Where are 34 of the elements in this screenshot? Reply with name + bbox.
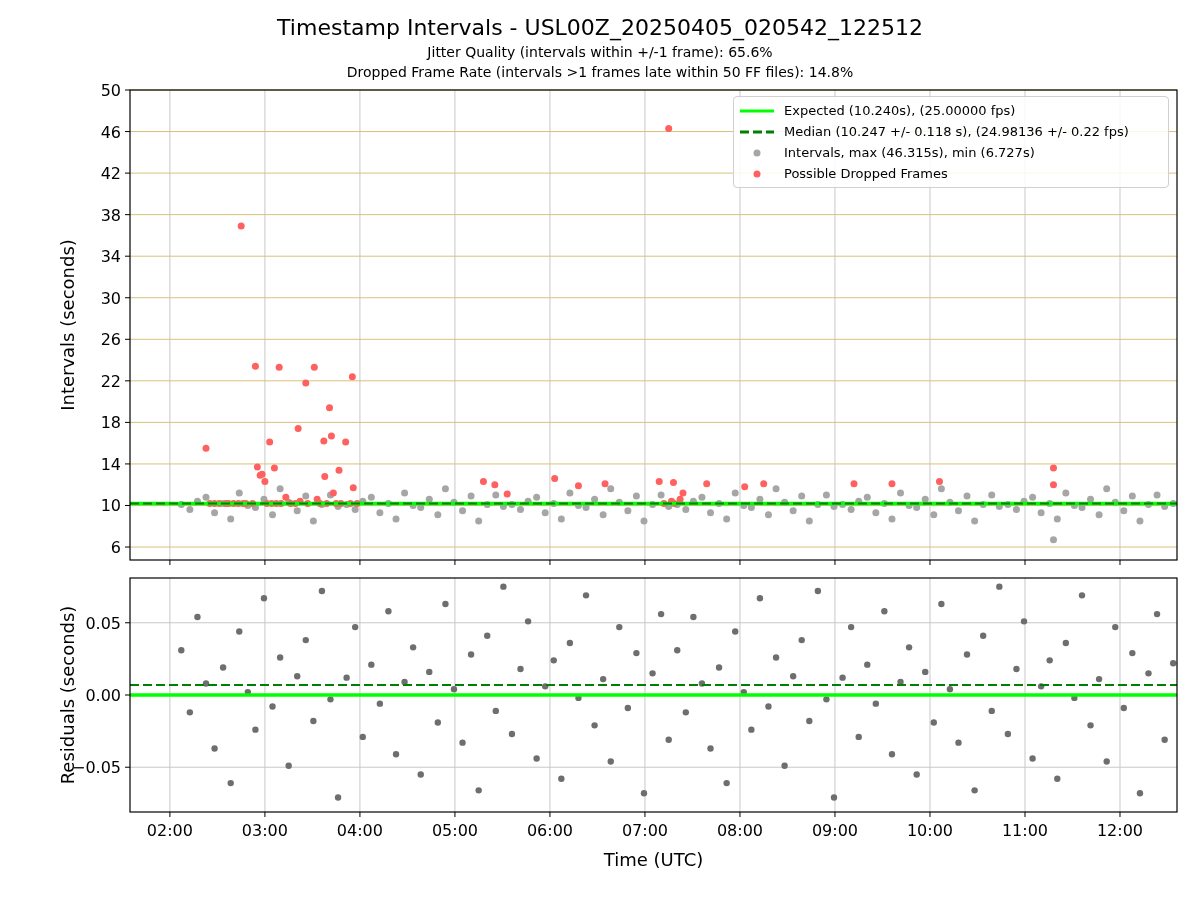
legend-label: Expected (10.240s), (25.00000 fps): [784, 103, 1016, 118]
tick-label: 0.05: [85, 613, 121, 633]
tick-label: 6: [110, 538, 121, 557]
axis-label: Intervals (seconds): [57, 239, 78, 411]
tick-label: 10: [100, 496, 121, 516]
tick-label: 10:00: [906, 821, 954, 840]
tick-label: 07:00: [621, 821, 668, 840]
tick-label: 22: [100, 371, 121, 391]
chart-subtitle: Dropped Frame Rate (intervals >1 frames late within 50 FF files): 14.8%: [346, 63, 854, 82]
tick-label: 12:00: [1096, 821, 1144, 840]
tick-label: 50: [100, 82, 121, 100]
tick-label: 09:00: [811, 821, 858, 840]
chart-title: Timestamp Intervals - USL00Z_20250405_020542_122512: [277, 14, 923, 42]
tick-label: 02:00: [146, 821, 193, 840]
tick-label: 34: [100, 247, 121, 267]
tick-label: 26: [100, 330, 121, 350]
tick-label: 05:00: [431, 821, 478, 840]
tick-label: 11:00: [1001, 821, 1049, 840]
tick-label: 08:00: [716, 821, 763, 840]
tick-label: 30: [100, 288, 121, 308]
tick-label: 46: [100, 122, 121, 142]
tick-label: 18: [100, 413, 121, 433]
legend-label: Intervals, max (46.315s), min (6.727s): [784, 145, 1035, 160]
tick-label: 06:00: [526, 821, 573, 840]
tick-label: 03:00: [241, 821, 288, 840]
legend-label: Possible Dropped Frames: [784, 166, 948, 181]
chart-subtitle: Jitter Quality (intervals within +/-1 frame): 65.6%: [427, 43, 773, 62]
tick-label: 38: [100, 205, 121, 225]
tick-label: 14: [100, 454, 121, 474]
legend-label: Median (10.247 +/- 0.118 s), (24.98136 +/- 0.22 fps): [784, 124, 1129, 139]
tick-label: 0.00: [85, 686, 121, 705]
tick-label: 42: [100, 164, 121, 184]
tick-label: 04:00: [336, 821, 383, 840]
axis-label: Time (UTC): [603, 849, 704, 870]
